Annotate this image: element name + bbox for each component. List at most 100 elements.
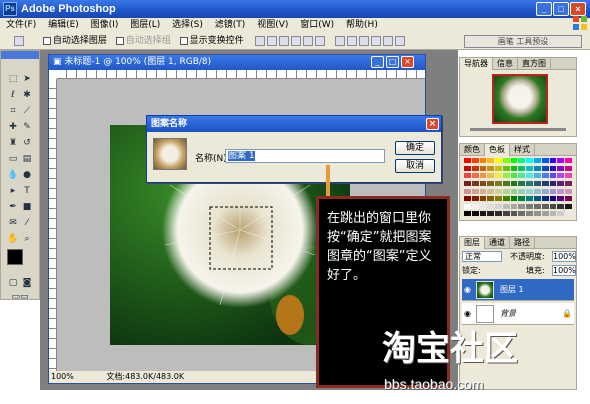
distribute-top-icon[interactable] [335,35,346,46]
tab-histogram[interactable]: 直方图 [518,58,551,70]
swatch-cell[interactable] [471,188,479,194]
quick-mask-icon[interactable]: ◙ [21,277,33,289]
zoom-tool-icon[interactable]: ⌕ [21,233,33,245]
swatch-cell[interactable] [557,188,565,194]
swatch-cell[interactable] [495,203,502,209]
swatch-cell[interactable] [471,180,479,186]
swatch-cell[interactable] [495,173,502,179]
swatch-cell[interactable] [541,203,549,209]
swatch-cell[interactable] [518,158,526,163]
doc-close-button[interactable]: × [401,56,414,68]
swatch-cell[interactable] [518,173,526,179]
swatch-cell[interactable] [487,165,495,171]
pattern-name-input[interactable]: 图案 1 [225,149,385,163]
swatch-cell[interactable] [549,203,557,209]
navigator-zoom-slider[interactable] [470,128,566,131]
palette-well[interactable]: 画笔 工具预设 [464,35,582,48]
swatch-cell[interactable] [549,211,557,217]
auto-select-group-checkbox[interactable] [115,36,124,45]
history-brush-icon[interactable]: ↺ [21,137,33,149]
marquee-tool-icon[interactable]: ⬚ [7,73,19,85]
visibility-eye-icon[interactable]: ◉ [464,286,472,294]
swatch-cell[interactable] [510,196,518,202]
move-tool-icon[interactable]: ➤ [21,73,33,85]
swatch-cell[interactable] [518,180,526,186]
slice-tool-icon[interactable]: ⟋ [21,105,33,117]
swatch-cell[interactable] [526,158,534,163]
swatch-cell[interactable] [495,158,502,163]
swatch-cell[interactable] [565,158,572,163]
swatch-cell[interactable] [487,180,495,186]
swatch-cell[interactable] [518,203,526,209]
swatch-cell[interactable] [464,196,471,202]
minimize-button[interactable]: _ [536,2,552,16]
doc-minimize-button[interactable]: _ [371,56,384,68]
swatch-cell[interactable] [557,173,565,179]
swatch-grid[interactable] [464,158,572,218]
swatch-cell[interactable] [526,188,534,194]
menu-image[interactable]: 图像(I) [91,20,119,30]
swatch-cell[interactable] [502,180,510,186]
swatch-cell[interactable] [502,165,510,171]
align-middle-icon[interactable] [266,35,277,46]
shape-tool-icon[interactable]: ■ [21,201,33,213]
swatch-cell[interactable] [471,196,479,202]
cancel-button[interactable]: 取消 [395,159,435,173]
swatch-cell[interactable] [557,180,565,186]
swatch-cell[interactable] [534,180,541,186]
swatch-cell[interactable] [541,165,549,171]
swatch-cell[interactable] [464,188,471,194]
swatch-cell[interactable] [565,165,572,171]
swatch-cell[interactable] [526,165,534,171]
auto-select-layer-checkbox[interactable] [42,36,51,45]
swatch-cell[interactable] [518,188,526,194]
swatch-cell[interactable] [502,196,510,202]
foreground-color-swatch[interactable] [7,249,23,265]
swatch-cell[interactable] [549,165,557,171]
visibility-eye-icon[interactable]: ◉ [464,310,472,318]
swatch-cell[interactable] [464,211,471,217]
swatch-cell[interactable] [510,188,518,194]
swatch-cell[interactable] [495,188,502,194]
align-left-icon[interactable] [290,35,301,46]
menu-help[interactable]: 帮助(H) [346,20,378,30]
swatch-cell[interactable] [549,188,557,194]
swatch-cell[interactable] [526,203,534,209]
swatch-cell[interactable] [557,165,565,171]
swatch-cell[interactable] [464,180,471,186]
swatch-cell[interactable] [549,158,557,163]
swatch-cell[interactable] [534,203,541,209]
move-tool-preset-icon[interactable] [14,35,24,46]
tab-info[interactable]: 信息 [493,58,518,70]
swatch-cell[interactable] [565,173,572,179]
blur-tool-icon[interactable]: 💧 [7,169,19,181]
align-bottom-icon[interactable] [278,35,289,46]
maximize-button[interactable]: □ [553,2,569,16]
swatch-cell[interactable] [510,180,518,186]
swatch-cell[interactable] [565,211,572,217]
swatch-cell[interactable] [479,180,487,186]
swatch-cell[interactable] [471,158,479,163]
gradient-tool-icon[interactable]: ▤ [21,153,33,165]
dialog-close-button[interactable]: × [426,118,439,130]
swatch-cell[interactable] [565,203,572,209]
distribute-right-icon[interactable] [395,35,406,46]
swatch-cell[interactable] [541,188,549,194]
swatch-cell[interactable] [534,165,541,171]
distribute-bottom-icon[interactable] [359,35,370,46]
hand-tool-icon[interactable]: ✋ [7,233,19,245]
swatch-cell[interactable] [479,203,487,209]
tab-color[interactable]: 颜色 [460,144,485,156]
menu-select[interactable]: 选择(S) [172,20,203,30]
swatch-cell[interactable] [534,196,541,202]
align-center-icon[interactable] [302,35,313,46]
tab-layers[interactable]: 图层 [460,237,485,249]
swatch-cell[interactable] [541,196,549,202]
swatch-cell[interactable] [510,211,518,217]
notes-tool-icon[interactable]: ✉ [7,217,19,229]
swatch-cell[interactable] [518,211,526,217]
swatch-cell[interactable] [487,158,495,163]
layer-row-layer1[interactable]: ◉ 图层 1 [462,279,574,301]
swatch-cell[interactable] [557,203,565,209]
swatch-cell[interactable] [565,188,572,194]
